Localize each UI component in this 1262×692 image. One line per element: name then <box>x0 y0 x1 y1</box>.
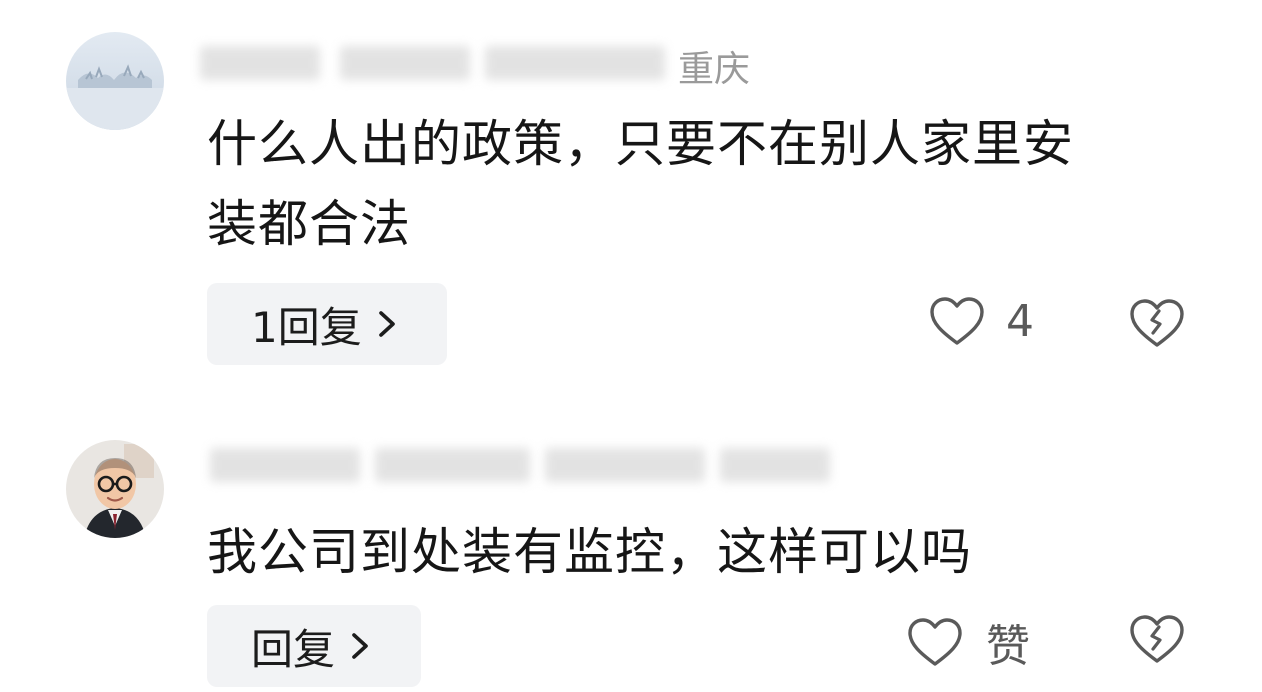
like-button[interactable]: 4 <box>928 294 1034 348</box>
like-label: 赞 <box>986 621 1030 672</box>
avatar[interactable] <box>66 32 164 130</box>
heart-outline-icon <box>906 615 964 669</box>
comment-text-line: 我公司到处装有监控，这样可以吗 <box>207 523 972 581</box>
avatar[interactable] <box>66 440 164 538</box>
blurred-timestamp <box>545 448 705 482</box>
dislike-button[interactable] <box>1128 296 1186 350</box>
blurred-username <box>375 448 530 482</box>
comment-text-line: 装都合法 <box>207 195 411 253</box>
comment-item: 重庆 什么人出的政策，只要不在别人家里安 装都合法 1回复 4 <box>0 0 1262 380</box>
heart-outline-icon <box>928 294 986 348</box>
blurred-username <box>210 448 360 482</box>
reply-label: 1回复 <box>251 302 362 352</box>
dislike-button[interactable] <box>1128 612 1186 666</box>
blurred-username <box>340 46 470 80</box>
blurred-timestamp <box>485 46 665 80</box>
chevron-right-icon <box>347 626 375 666</box>
comment-meta <box>190 440 850 492</box>
chevron-right-icon <box>374 304 402 344</box>
like-count: 4 <box>1006 295 1034 347</box>
comment-meta: 重庆 <box>190 38 850 90</box>
reply-label: 回复 <box>251 624 336 674</box>
comment-item: 我公司到处装有监控，这样可以吗 回复 赞 <box>0 420 1262 692</box>
comment-text: 什么人出的政策，只要不在别人家里安 装都合法 <box>207 104 1197 264</box>
broken-heart-icon <box>1128 615 1186 670</box>
comment-location: 重庆 <box>678 49 751 90</box>
reply-button[interactable]: 1回复 <box>207 283 447 365</box>
like-button[interactable]: 赞 <box>906 610 1030 674</box>
comment-text: 我公司到处装有监控，这样可以吗 <box>207 512 1197 592</box>
reply-button[interactable]: 回复 <box>207 605 421 687</box>
comment-text-line: 什么人出的政策，只要不在别人家里安 <box>207 115 1074 173</box>
blurred-location <box>720 448 830 482</box>
blurred-username <box>200 46 320 80</box>
broken-heart-icon <box>1128 299 1186 354</box>
